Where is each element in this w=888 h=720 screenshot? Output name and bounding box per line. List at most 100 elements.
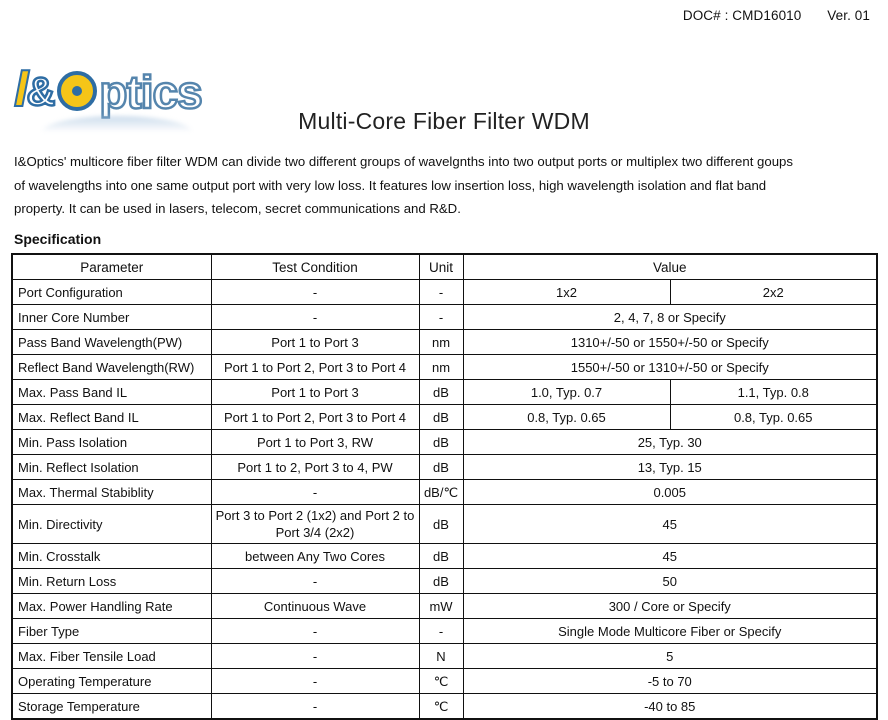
cell-value: 2, 4, 7, 8 or Specify bbox=[462, 304, 878, 330]
cell-value: 13, Typ. 15 bbox=[462, 454, 878, 480]
table-row: Reflect Band Wavelength(RW) Port 1 to Por… bbox=[11, 354, 878, 380]
table-row: Inner Core Number - -2, 4, 7, 8 or Specify bbox=[11, 304, 878, 330]
column-header-parameter: Parameter bbox=[11, 253, 212, 280]
table-row: Max. Fiber Tensile Load - N 5 bbox=[11, 643, 878, 669]
cell-test-condition: - bbox=[210, 618, 420, 644]
description-line: of wavelengths into one same output port… bbox=[14, 177, 767, 193]
cell-test-condition: Port 1 to Port 2, Port 3 to Port 4 bbox=[210, 354, 420, 380]
cell-parameter: Max. Power Handling Rate bbox=[11, 593, 212, 619]
cell-parameter: Min. Return Loss bbox=[11, 568, 212, 594]
cell-unit: - bbox=[418, 618, 464, 644]
cell-value: 25, Typ. 30 bbox=[462, 429, 878, 455]
cell-test-condition: - bbox=[210, 279, 420, 305]
table-row: Pass Band Wavelength(PW) Port 1 to Port 3… bbox=[11, 329, 878, 355]
cell-parameter: Storage Temperature bbox=[11, 693, 212, 720]
document-version: Ver. 01 bbox=[827, 8, 870, 23]
table-row: Max. Pass Band IL Port 1 to Port 3 dB 1.0, … bbox=[11, 379, 878, 405]
cell-unit: ℃ bbox=[418, 693, 464, 720]
cell-test-condition: - bbox=[210, 479, 420, 505]
cell-test-condition: Port 3 to Port 2 (1x2) and Port 2 to Por… bbox=[210, 504, 420, 544]
cell-value-2x2: 2x2 bbox=[669, 279, 878, 305]
cell-parameter: Operating Temperature bbox=[11, 668, 212, 694]
cell-unit: N bbox=[418, 643, 464, 669]
cell-unit: ℃ bbox=[418, 668, 464, 694]
cell-parameter: Max. Pass Band IL bbox=[11, 379, 212, 405]
document-number: DOC# : CMD16010 bbox=[682, 8, 802, 23]
table-row: Min. Return Loss - dB 50 bbox=[11, 568, 878, 594]
cell-unit: - bbox=[418, 304, 464, 330]
page-title: Multi-Core Fiber Filter WDM bbox=[298, 108, 590, 134]
cell-value: 45 bbox=[462, 504, 878, 544]
cell-value: 300 / Core or Specify bbox=[462, 593, 878, 619]
cell-unit: mW bbox=[418, 593, 464, 619]
column-header-unit: Unit bbox=[418, 253, 464, 280]
specification-table-wrapper: Parameter Test Condition Unit Value Port… bbox=[11, 253, 878, 720]
cell-test-condition: - bbox=[210, 668, 420, 694]
logo-circle-center-dot-icon bbox=[72, 86, 83, 96]
table-row: Min. Pass Isolation Port 1 to Port 3, RW d… bbox=[11, 429, 878, 455]
table-row: Max. Reflect Band IL Port 1 to Port 2, Po… bbox=[11, 404, 878, 430]
cell-parameter: Min. Pass Isolation bbox=[11, 429, 212, 455]
cell-value: 0.005 bbox=[462, 479, 878, 505]
cell-unit: dB bbox=[418, 568, 464, 594]
cell-unit: nm bbox=[418, 329, 464, 355]
cell-parameter: Reflect Band Wavelength(RW) bbox=[11, 354, 212, 380]
cell-parameter: Max. Thermal Stabiblity bbox=[11, 479, 212, 505]
table-header-row: Parameter Test Condition Unit Value bbox=[11, 253, 878, 280]
cell-test-condition: - bbox=[210, 693, 420, 720]
cell-value-2x2: 0.8, Typ. 0.65 bbox=[669, 404, 878, 430]
cell-test-condition: Port 1 to Port 3 bbox=[210, 379, 420, 405]
cell-test-condition: Port 1 to 2, Port 3 to 4, PW bbox=[210, 454, 420, 480]
table-row: Max. Thermal Stabiblity - dB/℃ 0.005 bbox=[11, 479, 878, 505]
cell-value: 5 bbox=[462, 643, 878, 669]
cell-unit: dB bbox=[418, 454, 464, 480]
table-row: Port Configuration - -1x2 2x2 bbox=[11, 279, 878, 305]
cell-unit: dB bbox=[418, 404, 464, 430]
cell-value: -5 to 70 bbox=[462, 668, 878, 694]
product-description: I&Optics' multicore fiber filter WDM can… bbox=[14, 150, 876, 221]
cell-value: 45 bbox=[462, 543, 878, 569]
cell-test-condition: - bbox=[210, 304, 420, 330]
cell-value-1x2: 1x2 bbox=[462, 279, 671, 305]
cell-value-2x2: 1.1, Typ. 0.8 bbox=[669, 379, 878, 405]
table-row: Storage Temperature - ℃ -40 to 85 bbox=[11, 693, 878, 720]
specification-heading: Specification bbox=[14, 231, 102, 247]
column-header-value: Value bbox=[462, 253, 878, 280]
cell-test-condition: - bbox=[210, 568, 420, 594]
table-row: Fiber Type - - Single Mode Multicore Fiber … bbox=[11, 618, 878, 644]
table-row: Operating Temperature - ℃ -5 to 70 bbox=[11, 668, 878, 694]
cell-parameter: Inner Core Number bbox=[11, 304, 212, 330]
cell-value: 50 bbox=[462, 568, 878, 594]
cell-value: -40 to 85 bbox=[462, 693, 878, 720]
description-line: I&Optics' multicore fiber filter WDM can… bbox=[14, 154, 793, 169]
cell-unit: - bbox=[418, 279, 464, 305]
cell-unit: nm bbox=[418, 354, 464, 380]
specification-table: Parameter Test Condition Unit Value Port… bbox=[11, 253, 878, 720]
logo-circle-o-icon bbox=[57, 71, 98, 111]
cell-value: 1550+/-50 or 1310+/-50 or Specify bbox=[462, 354, 878, 380]
cell-parameter: Fiber Type bbox=[11, 618, 212, 644]
cell-unit: dB bbox=[418, 543, 464, 569]
cell-test-condition: Continuous Wave bbox=[210, 593, 420, 619]
cell-test-condition: between Any Two Cores bbox=[210, 543, 420, 569]
column-header-test-condition: Test Condition bbox=[210, 253, 420, 280]
table-row: Max. Power Handling Rate Continuous Wave m… bbox=[11, 593, 878, 619]
cell-unit: dB bbox=[418, 379, 464, 405]
cell-value-1x2: 0.8, Typ. 0.65 bbox=[462, 404, 671, 430]
cell-parameter: Max. Reflect Band IL bbox=[11, 404, 212, 430]
cell-value: Single Mode Multicore Fiber or Specify bbox=[462, 618, 878, 644]
document-header: DOC# : CMD16010 Ver. 01 bbox=[683, 8, 870, 23]
cell-parameter: Min. Crosstalk bbox=[11, 543, 212, 569]
cell-value: 1310+/-50 or 1550+/-50 or Specify bbox=[462, 329, 878, 355]
cell-value-1x2: 1.0, Typ. 0.7 bbox=[462, 379, 671, 405]
description-line: property. It can be used in lasers, tele… bbox=[14, 201, 461, 216]
cell-test-condition: Port 1 to Port 2, Port 3 to Port 4 bbox=[210, 404, 420, 430]
cell-parameter: Min. Reflect Isolation bbox=[11, 454, 212, 480]
cell-unit: dB/℃ bbox=[418, 479, 464, 505]
table-body: Port Configuration - -1x2 2x2 Inner Core Num… bbox=[11, 279, 878, 720]
cell-parameter: Max. Fiber Tensile Load bbox=[11, 643, 212, 669]
cell-parameter: Port Configuration bbox=[11, 279, 212, 305]
cell-test-condition: - bbox=[210, 643, 420, 669]
cell-parameter: Pass Band Wavelength(PW) bbox=[11, 329, 212, 355]
cell-parameter: Min. Directivity bbox=[11, 504, 212, 544]
